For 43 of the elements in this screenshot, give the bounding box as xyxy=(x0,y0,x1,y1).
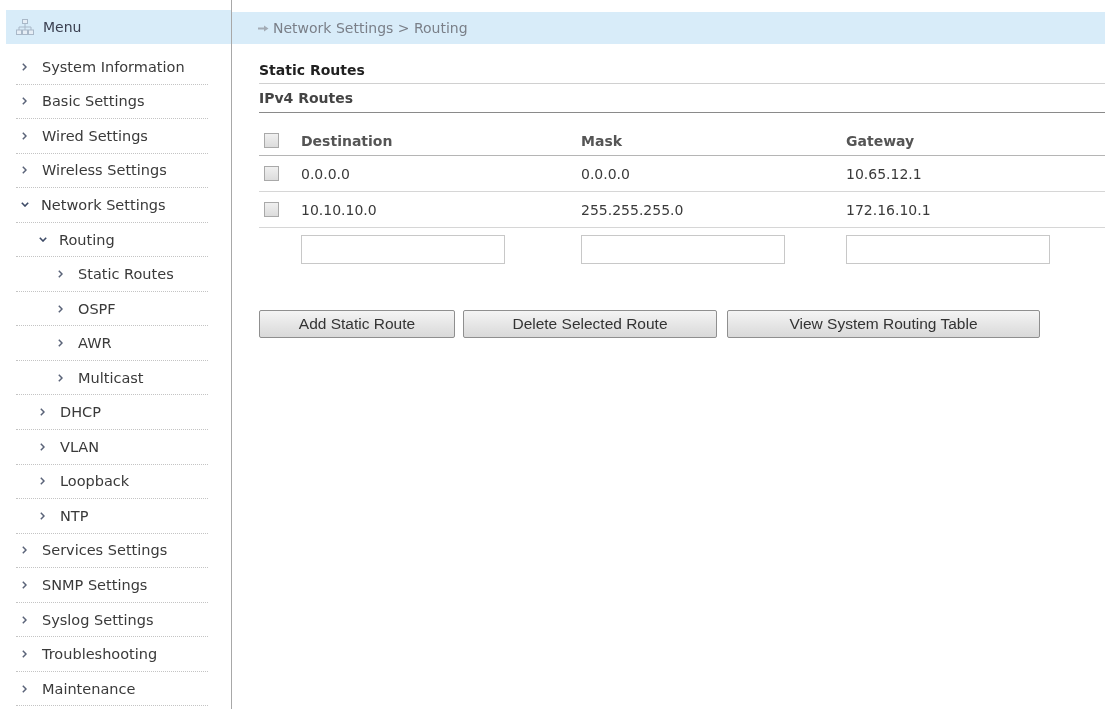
breadcrumb: Network Settings > Routing xyxy=(273,20,468,36)
menu-item[interactable]: DHCP xyxy=(60,404,101,421)
column-header: Mask xyxy=(581,132,623,149)
arrow-right-icon xyxy=(258,24,269,32)
table-cell: 10.65.12.1 xyxy=(846,165,922,182)
menu-item[interactable]: Services Settings xyxy=(42,542,168,559)
column-header: Gateway xyxy=(846,132,915,149)
table-cell: 0.0.0.0 xyxy=(581,165,630,182)
menu-title: Menu xyxy=(43,19,82,35)
input-field[interactable] xyxy=(581,234,785,264)
table-cell: 172.16.10.1 xyxy=(846,201,931,218)
menu-item[interactable]: AWR xyxy=(78,335,112,352)
menu-item[interactable]: Routing xyxy=(59,231,115,248)
column-header: Destination xyxy=(301,132,393,149)
row-checkbox[interactable] xyxy=(264,166,279,181)
action-button[interactable]: Delete Selected Route xyxy=(463,310,717,338)
menu-item[interactable]: System Information xyxy=(42,58,185,75)
menu-item[interactable]: Wired Settings xyxy=(42,127,148,144)
menu-item[interactable]: Wireless Settings xyxy=(42,162,167,179)
action-button[interactable]: View System Routing Table xyxy=(727,310,1040,338)
menu-item[interactable]: Static Routes xyxy=(78,266,174,283)
menu-item[interactable]: NTP xyxy=(60,507,89,524)
input-field[interactable] xyxy=(846,234,1050,264)
network-tree-icon xyxy=(16,19,34,35)
menu-item[interactable]: Syslog Settings xyxy=(42,611,154,628)
menu-item[interactable]: OSPF xyxy=(78,300,116,317)
action-button[interactable]: Add Static Route xyxy=(259,310,455,338)
input-field[interactable] xyxy=(301,234,505,264)
menu-item[interactable]: Network Settings xyxy=(41,196,166,213)
table-cell: 255.255.255.0 xyxy=(581,201,684,218)
menu-item[interactable]: Maintenance xyxy=(42,680,136,697)
subsection-title: IPv4 Routes xyxy=(259,90,354,106)
menu-item[interactable]: Loopback xyxy=(60,473,130,490)
table-cell: 10.10.10.0 xyxy=(301,201,377,218)
select-all-checkbox[interactable] xyxy=(264,133,279,148)
menu-item[interactable]: Multicast xyxy=(78,369,144,386)
table-cell: 0.0.0.0 xyxy=(301,165,350,182)
section-title: Static Routes xyxy=(259,61,365,78)
menu-item[interactable]: VLAN xyxy=(60,438,100,455)
menu-item[interactable]: SNMP Settings xyxy=(42,576,148,593)
menu-item[interactable]: Troubleshooting xyxy=(42,646,158,663)
row-checkbox[interactable] xyxy=(264,202,279,217)
menu-item[interactable]: Basic Settings xyxy=(42,93,145,110)
